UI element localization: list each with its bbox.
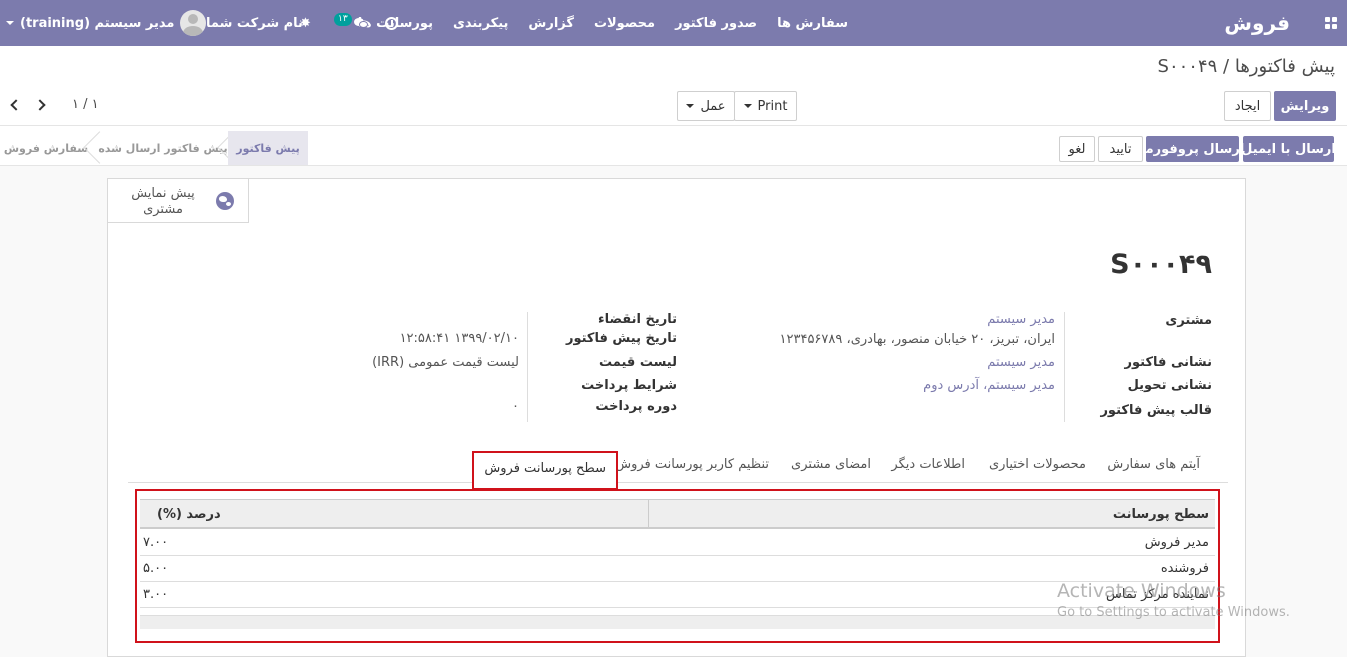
activate-windows-watermark: Activate Windows [1057, 580, 1226, 602]
chevron-down-icon [743, 104, 752, 108]
chat-count-badge: ۱۳ [334, 12, 352, 26]
chevron-down-icon [686, 104, 695, 108]
customer-preview-button[interactable]: پیش نمایش مشتری [108, 179, 249, 223]
commission-percent: ۳.۰۰ [143, 587, 169, 602]
document-title: S۰۰۰۴۹ [1110, 249, 1212, 280]
payment-period-value: ۰ [512, 399, 519, 414]
main-menu: سفارش ها صدور فاکتور محصولات گزارش پیکرب… [338, 0, 848, 46]
send-email-button[interactable]: ارسال با ایمیل [1241, 136, 1336, 162]
company-name: نام شرکت شما [206, 15, 303, 31]
tab-other-info[interactable]: اطلاعات دیگر [891, 457, 965, 483]
table-row[interactable]: مدیر فروش ۷.۰۰ [140, 530, 1215, 556]
print-label: Print [757, 98, 788, 114]
create-button[interactable]: ایجاد [1224, 91, 1271, 121]
pager-previous-icon[interactable] [8, 96, 24, 114]
column-header-level[interactable]: سطح پورسانت [1113, 507, 1209, 522]
globe-icon [216, 192, 234, 210]
quotation-date-value: ۱۳۹۹/۰۲/۱۰ ۱۲:۵۸:۴۱ [399, 331, 519, 346]
menu-item-reporting[interactable]: گزارش [528, 16, 574, 31]
customer-address: ایران، تبریز، ۲۰ خیابان منصور، بهادری، ۱… [779, 332, 1055, 347]
payment-terms-label: شرایط پرداخت [581, 378, 677, 393]
field-divider [527, 312, 528, 422]
customer-preview-label: پیش نمایش مشتری [131, 186, 195, 217]
menu-item-products[interactable]: محصولات [594, 16, 655, 31]
quotation-template-label: قالب پیش فاکتور [1100, 403, 1212, 418]
payment-period-label: دوره پرداخت [595, 399, 677, 414]
delivery-address-label: نشانی تحویل [1127, 378, 1212, 393]
pricelist-value[interactable]: لیست قیمت عمومی (IRR) [372, 355, 519, 370]
app-brand[interactable]: فروش [1224, 0, 1290, 46]
menu-item-orders[interactable]: سفارش ها [777, 16, 848, 31]
table-header: سطح پورسانت درصد (%) [140, 499, 1215, 529]
top-navbar: فروش سفارش ها صدور فاکتور محصولات گزارش … [0, 0, 1347, 46]
breadcrumb-separator: / [1223, 56, 1230, 77]
send-proforma-button[interactable]: ارسال پروفورما [1141, 136, 1244, 162]
avatar [180, 10, 207, 36]
commission-percent: ۷.۰۰ [143, 535, 169, 550]
company-switcher[interactable]: نام شرکت شما [190, 0, 303, 46]
column-header-percent[interactable]: درصد (%) [157, 507, 221, 522]
confirm-button[interactable]: تایید [1098, 136, 1143, 162]
control-panel-divider [0, 125, 1347, 126]
breadcrumb-current: S۰۰۰۴۹ [1157, 56, 1218, 77]
table-row[interactable]: فروشنده ۵.۰۰ [140, 556, 1215, 582]
stage-quotation-sent[interactable]: پیش فاکتور ارسال شده [98, 131, 227, 165]
breadcrumb-parent[interactable]: پیش فاکتورها [1235, 56, 1335, 77]
cancel-button[interactable]: لغو [1059, 136, 1095, 162]
table-row[interactable]: نماینده مرکز تماس ۳.۰۰ [140, 582, 1215, 608]
customer-label: مشتری [1165, 313, 1212, 328]
commission-percent: ۵.۰۰ [143, 561, 169, 576]
stage-quotation[interactable]: پیش فاکتور [228, 131, 308, 165]
menu-item-invoicing[interactable]: صدور فاکتور [675, 16, 757, 31]
expiration-date-label: تاریخ انقضاء [597, 312, 677, 327]
print-dropdown[interactable]: Print [734, 91, 797, 121]
tab-order-lines[interactable]: آیتم های سفارش [1107, 457, 1200, 483]
chevron-down-icon [6, 21, 14, 25]
stage-sales-order[interactable]: سفارش فروش [0, 131, 92, 165]
user-menu[interactable]: مدیر سیستم (training) [6, 0, 207, 46]
apps-menu-icon[interactable] [1325, 0, 1339, 46]
tab-commission-user-settings[interactable]: تنظیم کاربر پورسانت فروش [615, 457, 769, 483]
activity-clock-icon[interactable] [385, 0, 399, 46]
customer-name[interactable]: مدیر سیستم [987, 312, 1055, 327]
breadcrumb: پیش فاکتورها / S۰۰۰۴۹ [1158, 56, 1335, 77]
commission-level: فروشنده [1160, 561, 1209, 576]
tab-optional-products[interactable]: محصولات اختیاری [989, 457, 1086, 483]
pricelist-label: لیست قیمت [599, 355, 677, 370]
quotation-date-label: تاریخ پیش فاکتور [565, 331, 677, 346]
chat-icon [353, 17, 368, 29]
invoice-address-label: نشانی فاکتور [1124, 355, 1212, 370]
tab-commission-levels[interactable]: سطح پورسانت فروش [472, 451, 618, 490]
menu-item-configuration[interactable]: پیکربندی [453, 16, 508, 31]
column-separator [648, 500, 649, 528]
activate-windows-hint: Go to Settings to activate Windows. [1057, 605, 1290, 620]
table-footer [140, 615, 1215, 629]
edit-button[interactable]: ویرایش [1274, 91, 1336, 121]
delivery-address-value[interactable]: مدیر سیستم، آدرس دوم [923, 378, 1055, 393]
commission-level: مدیر فروش [1144, 535, 1209, 550]
action-dropdown[interactable]: عمل [677, 91, 735, 121]
invoice-address-value[interactable]: مدیر سیستم [987, 355, 1055, 370]
pager-value[interactable]: ۱ / ۱ [72, 97, 99, 112]
action-label: عمل [700, 98, 726, 114]
user-name: مدیر سیستم (training) [20, 15, 175, 31]
messaging-menu[interactable]: ۱۳ [334, 0, 370, 46]
tab-customer-signature[interactable]: امضای مشتری [791, 457, 871, 483]
pager-next-icon[interactable] [32, 96, 48, 114]
field-divider [1064, 312, 1065, 422]
